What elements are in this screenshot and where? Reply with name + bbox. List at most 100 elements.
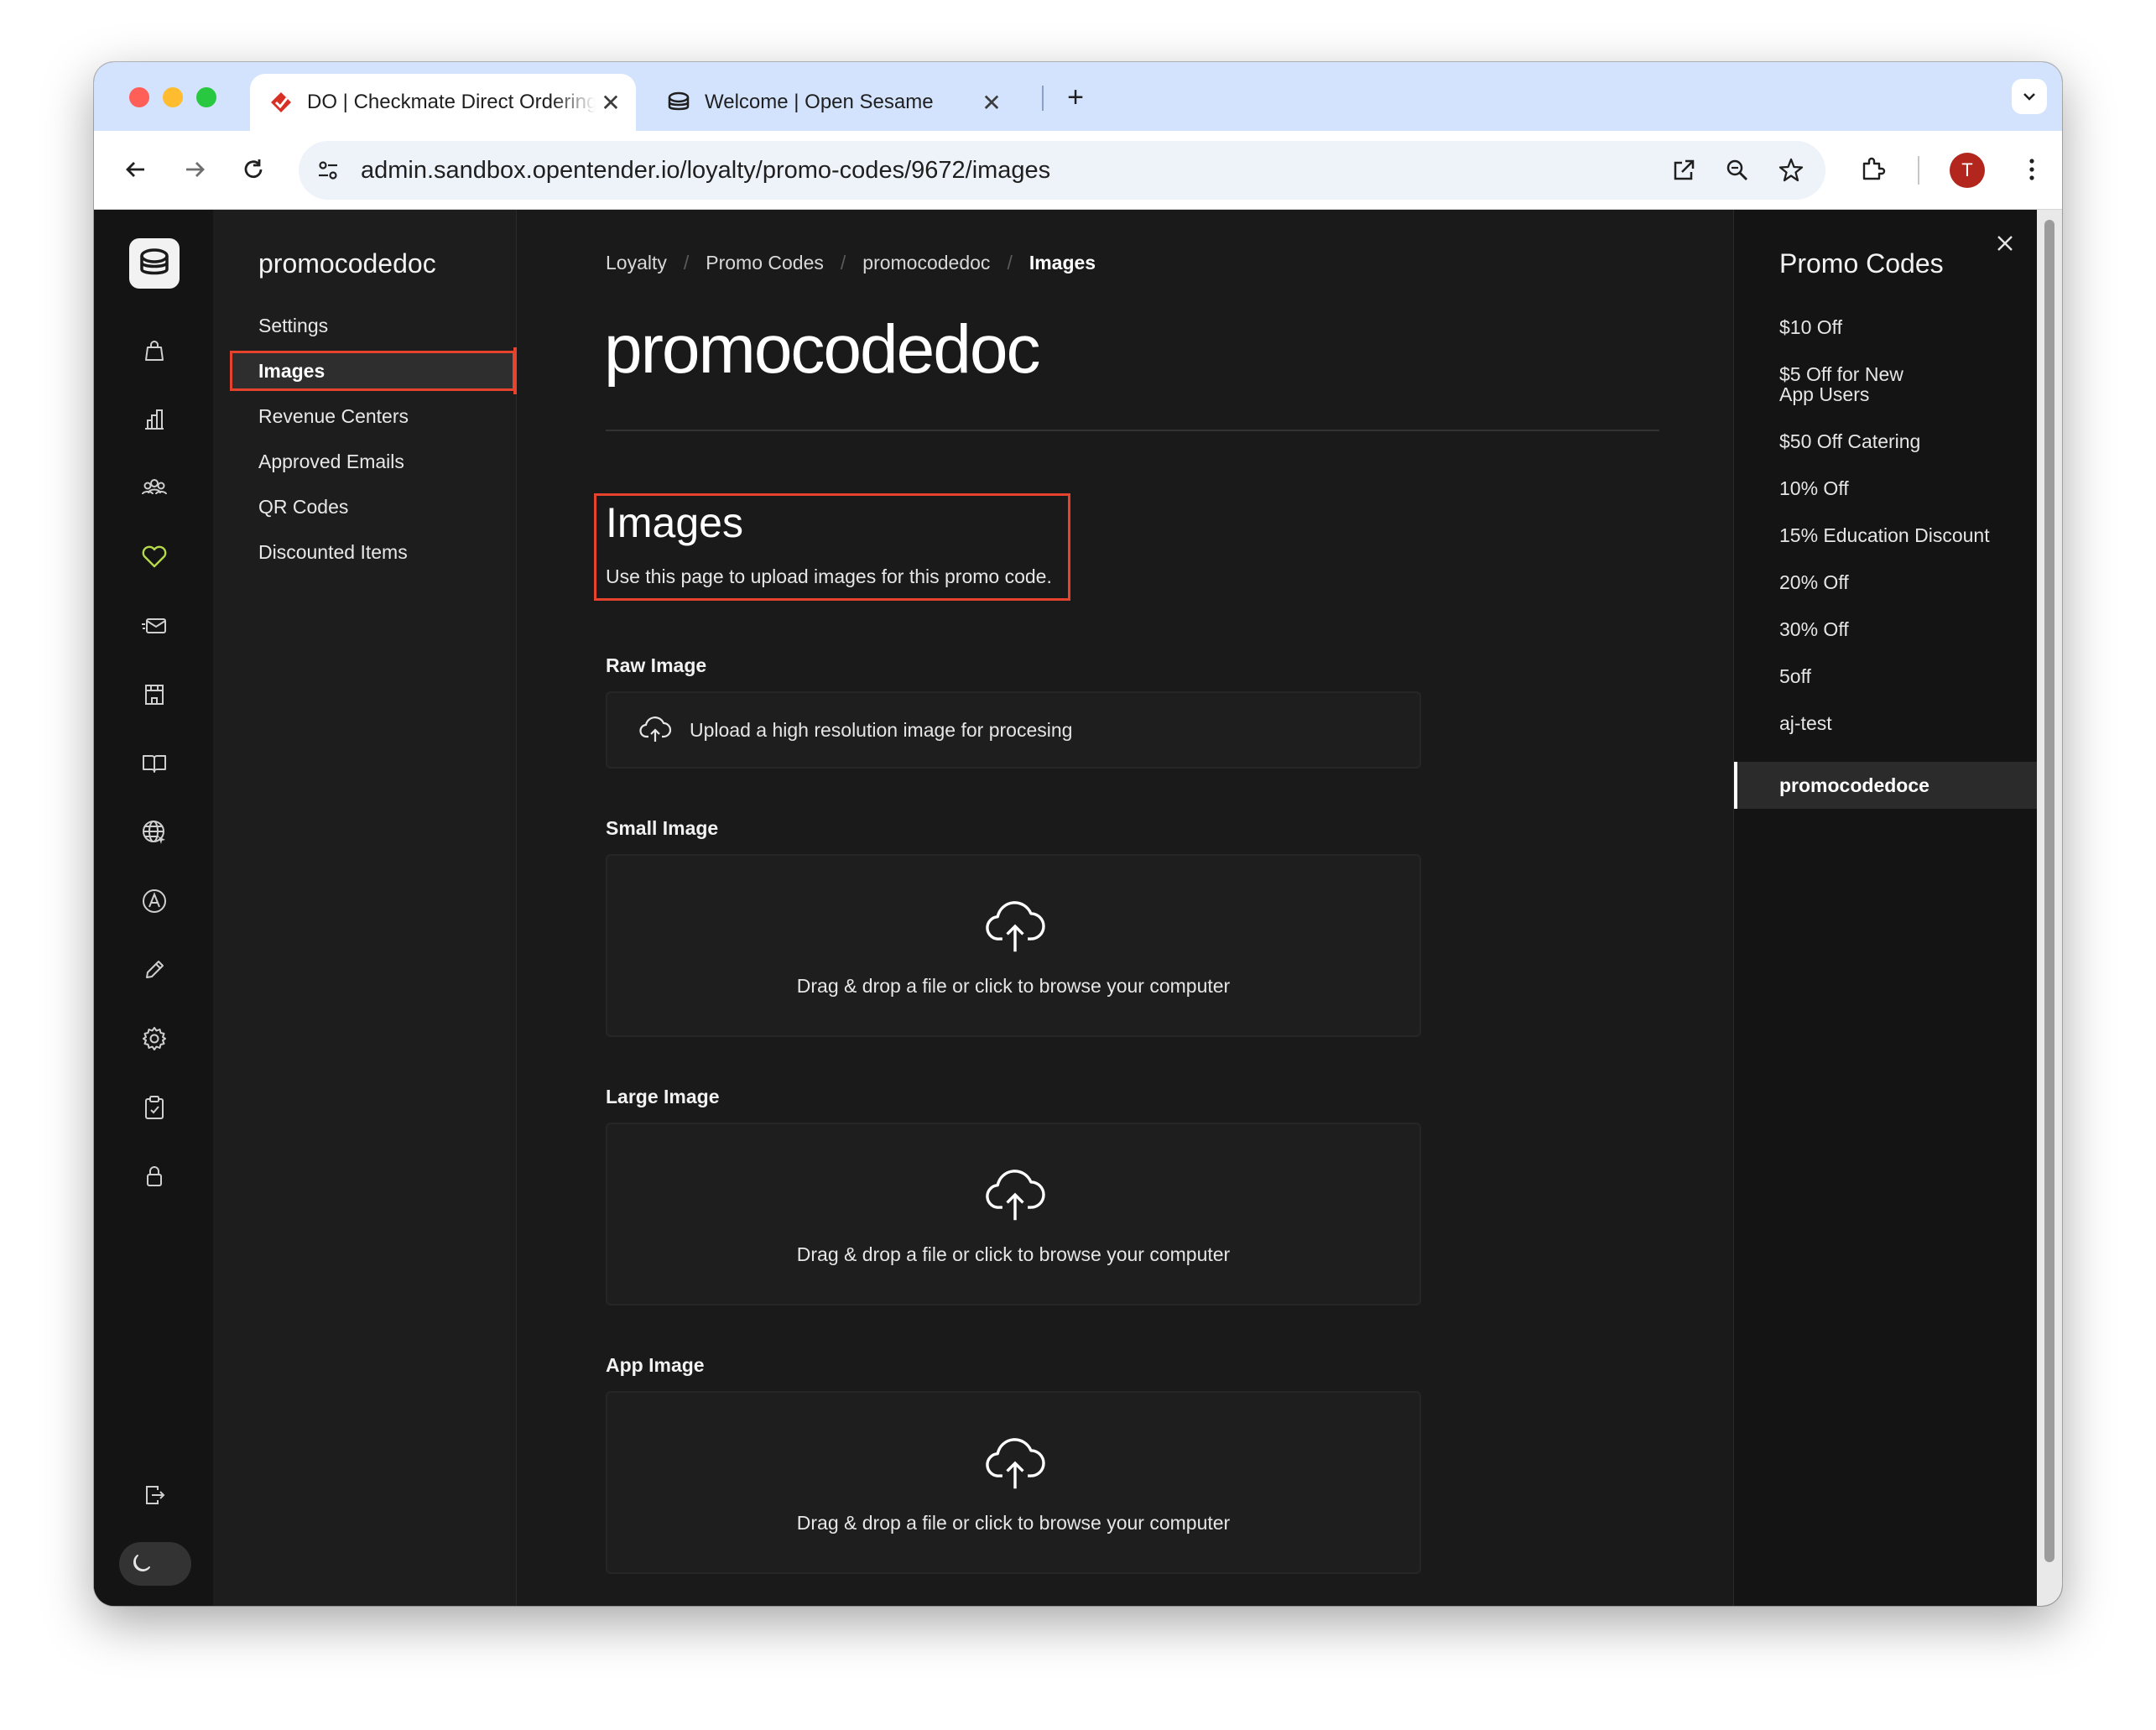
browser-menu-button[interactable] [2012,149,2052,190]
reload-button[interactable] [233,149,273,190]
raw-image-upload-text: Upload a high resolution image for proce… [690,718,1073,741]
breadcrumb-separator: / [683,252,690,274]
tab-title: DO | Checkmate Direct Ordering [307,91,596,113]
section-title: Images [606,499,743,546]
tab-title: Welcome | Open Sesame [705,91,934,113]
promo-code-subnav: promocodedoc Settings Images Revenue Cen… [213,210,517,1606]
promo-item[interactable]: $50 Off Catering [1734,431,2038,451]
breadcrumb-current: Images [1029,252,1096,274]
app-image-dropzone[interactable]: Drag & drop a file or click to browse yo… [606,1391,1421,1574]
orders-bag-icon[interactable] [134,331,174,371]
divider [606,430,1659,431]
extensions-button[interactable] [1852,149,1893,190]
close-panel-button[interactable] [1988,227,2022,260]
minimize-window-button[interactable] [163,87,183,107]
arrow-left-icon [126,162,144,177]
toolbar-divider [1918,156,1919,185]
subnav-item-discounted-items[interactable]: Discounted Items [230,532,515,572]
arrow-right-icon [186,162,205,177]
main-content: Loyalty / Promo Codes / promocodedoc / I… [517,210,1733,1606]
maximize-window-button[interactable] [196,87,216,107]
promo-item[interactable]: 20% Off [1734,572,2038,592]
dropzone-text: Drag & drop a file or click to browse yo… [796,975,1231,997]
subnav-item-approved-emails[interactable]: Approved Emails [230,441,515,482]
promo-item[interactable]: aj-test [1734,713,2038,733]
checkmate-favicon-icon [268,90,294,115]
logo-icon [140,248,169,275]
promo-item[interactable]: 10% Off [1734,478,2038,498]
marketing-mail-icon[interactable] [134,606,174,646]
puzzle-icon [1862,157,1886,180]
reload-icon [244,159,263,179]
subnav-item-qr-codes[interactable]: QR Codes [230,487,515,527]
pencil-icon[interactable] [134,950,174,990]
theme-toggle[interactable] [119,1542,191,1586]
promo-item-active[interactable]: promocodedoce [1734,762,2038,809]
url-text: admin.sandbox.opentender.io/loyalty/prom… [361,156,1051,184]
large-image-dropzone[interactable]: Drag & drop a file or click to browse yo… [606,1123,1421,1305]
promo-item[interactable]: 5off [1734,666,2038,686]
close-tab-icon[interactable]: ✕ [596,87,626,117]
raw-image-upload[interactable]: Upload a high resolution image for proce… [606,691,1421,769]
small-image-label: Small Image [606,817,719,839]
breadcrumb-promocodedoc[interactable]: promocodedoc [862,252,990,274]
tab-divider [1042,86,1044,111]
back-button[interactable] [116,149,156,190]
promo-item[interactable]: $10 Off [1734,317,2038,337]
zoom-icon[interactable] [1718,151,1757,190]
app-content: promocodedoc Settings Images Revenue Cen… [94,210,2062,1606]
address-bar[interactable]: admin.sandbox.opentender.io/loyalty/prom… [299,141,1825,200]
small-image-dropzone[interactable]: Drag & drop a file or click to browse yo… [606,854,1421,1037]
promo-item[interactable]: 30% Off [1734,619,2038,639]
large-image-label: Large Image [606,1086,720,1107]
app-image-label: App Image [606,1354,705,1376]
reports-chart-icon[interactable] [134,399,174,440]
open-sesame-favicon-icon [666,90,691,115]
app-logo[interactable] [129,238,180,289]
globe-icon[interactable] [134,812,174,852]
breadcrumb-promo-codes[interactable]: Promo Codes [706,252,824,274]
browser-window: DO | Checkmate Direct Ordering ✕ Welcome… [94,62,2062,1606]
tab-search-button[interactable] [2012,79,2047,114]
subnav-item-images[interactable]: Images [230,347,517,394]
breadcrumb-loyalty[interactable]: Loyalty [606,252,667,274]
subnav-item-settings[interactable]: Settings [230,305,515,346]
dropzone-text: Drag & drop a file or click to browse yo… [796,1243,1231,1265]
subnav-item-revenue-centers[interactable]: Revenue Centers [230,396,515,436]
clipboard-check-icon[interactable] [134,1087,174,1128]
moon-icon [124,1547,158,1581]
breadcrumb: Loyalty / Promo Codes / promocodedoc / I… [606,252,1096,274]
scrollbar-thumb[interactable] [2044,220,2054,1562]
cloud-upload-icon [982,893,1049,960]
site-settings-icon[interactable] [310,153,346,188]
customers-people-icon[interactable] [134,468,174,508]
page-title: promocodedoc [604,311,1040,388]
promo-item[interactable]: 15% Education Discount [1734,525,2038,545]
promo-item[interactable]: $5 Off for New App Users [1734,364,1935,404]
cloud-upload-icon [982,1430,1049,1497]
tab-open-sesame[interactable]: Welcome | Open Sesame ✕ [648,74,1017,131]
close-window-button[interactable] [129,87,149,107]
page-scrollbar[interactable] [2037,210,2062,1606]
raw-image-label: Raw Image [606,654,707,676]
promo-codes-panel: Promo Codes $10 Off $5 Off for New App U… [1733,210,2038,1606]
forward-button[interactable] [174,149,215,190]
dropzone-text: Drag & drop a file or click to browse yo… [796,1512,1231,1534]
menus-book-icon[interactable] [134,743,174,784]
stores-building-icon[interactable] [134,675,174,715]
tab-checkmate[interactable]: DO | Checkmate Direct Ordering ✕ [250,74,636,131]
lock-icon[interactable] [134,1156,174,1196]
open-in-new-icon[interactable] [1664,151,1703,190]
loyalty-heart-icon[interactable] [134,537,174,577]
new-tab-button[interactable]: + [1059,81,1092,114]
tab-strip: DO | Checkmate Direct Ordering ✕ Welcome… [94,62,2062,131]
chevron-down-icon [2023,93,2035,101]
logout-icon[interactable] [134,1475,174,1515]
close-tab-icon[interactable]: ✕ [976,87,1007,117]
settings-gear-icon[interactable] [134,1019,174,1059]
subnav-heading: promocodedoc [258,248,436,279]
cloud-upload-icon [636,711,674,749]
profile-avatar[interactable]: T [1950,153,1985,188]
brand-a-icon[interactable] [134,881,174,921]
bookmark-star-icon[interactable] [1772,151,1810,190]
